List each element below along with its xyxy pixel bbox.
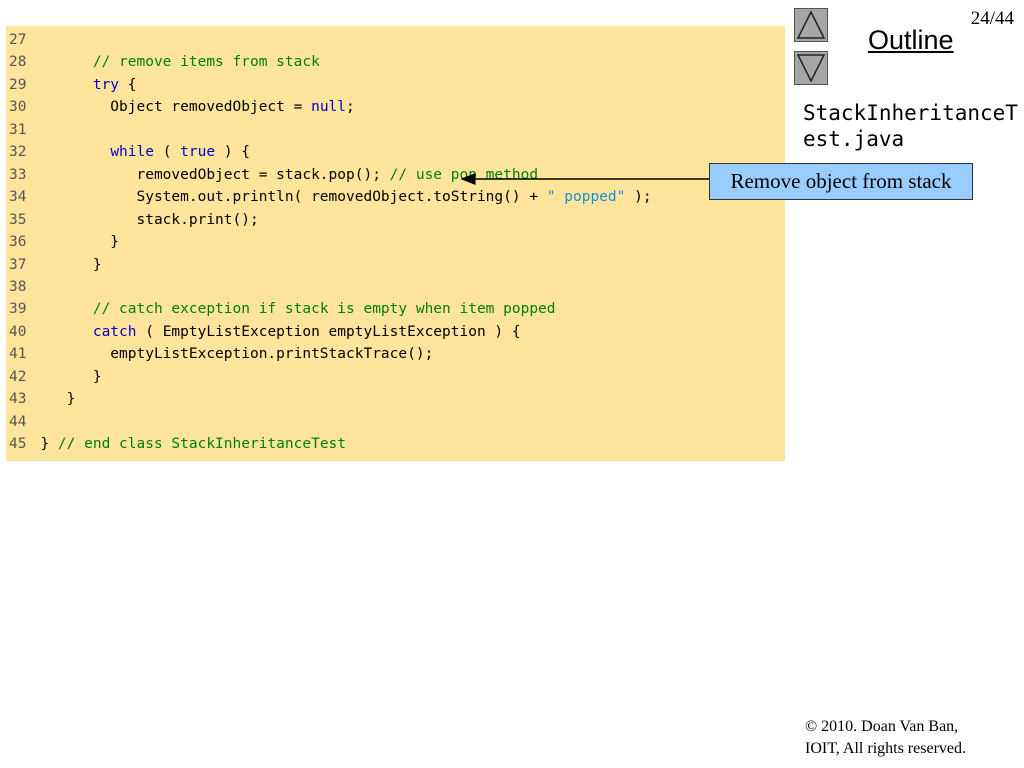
file-name: StackInheritanceTest.java xyxy=(803,101,1018,151)
previous-slide-button[interactable] xyxy=(794,8,828,42)
copyright-notice: © 2010. Doan Van Ban, IOIT, All rights r… xyxy=(805,716,966,760)
code-text: } xyxy=(23,254,102,276)
code-token: } xyxy=(23,368,102,385)
code-token: removedObject = stack.pop(); xyxy=(23,166,390,183)
copyright-line-2: IOIT, All rights reserved. xyxy=(805,740,966,757)
triangle-down-icon xyxy=(796,54,826,83)
line-number: 38 xyxy=(9,278,27,295)
code-text: removedObject = stack.pop(); // use pop … xyxy=(23,164,538,186)
code-comment: // use pop method xyxy=(389,166,539,183)
triangle-up-icon xyxy=(796,10,826,39)
code-text: Object removedObject = null; xyxy=(23,96,355,118)
page-number: 24/44 xyxy=(970,8,1014,29)
copyright-line-1: © 2010. Doan Van Ban, xyxy=(805,718,959,735)
code-token: } xyxy=(23,234,120,251)
code-token: } xyxy=(23,436,58,453)
code-token: emptyListException.printStackTrace(); xyxy=(23,346,434,363)
code-token: } xyxy=(23,391,76,408)
code-text: // catch exception if stack is empty whe… xyxy=(23,298,556,320)
line-number: 44 xyxy=(9,413,27,430)
code-text: while ( true ) { xyxy=(23,141,250,163)
code-text: } xyxy=(23,388,76,410)
code-text: // remove items from stack xyxy=(23,51,320,73)
code-token: ); xyxy=(625,189,652,206)
code-text: } xyxy=(23,231,119,253)
code-token: } xyxy=(23,256,102,273)
code-keyword: true xyxy=(180,144,216,161)
code-token: stack.print(); xyxy=(23,211,259,228)
code-token: Object removedObject = xyxy=(23,99,312,116)
code-keyword: try xyxy=(92,76,120,93)
code-string: " popped" xyxy=(546,189,626,206)
code-text: } // end class StackInheritanceTest xyxy=(23,433,346,455)
code-token: System.out.println( removedObject.toStri… xyxy=(23,189,547,206)
code-text: try { xyxy=(23,74,137,96)
code-token: ; xyxy=(346,99,355,116)
code-comment: // catch exception if stack is empty whe… xyxy=(92,301,556,318)
code-token: ( xyxy=(153,144,181,161)
code-text: catch ( EmptyListException emptyListExce… xyxy=(23,321,521,343)
code-text: stack.print(); xyxy=(23,209,259,231)
code-text: emptyListException.printStackTrace(); xyxy=(23,343,433,365)
outline-title[interactable]: Outline xyxy=(868,25,954,56)
next-slide-button[interactable] xyxy=(794,51,828,85)
code-keyword: null xyxy=(311,99,347,116)
code-keyword: while xyxy=(110,144,154,161)
code-text: } xyxy=(23,366,102,388)
line-number: 27 xyxy=(9,32,27,48)
callout-box: Remove object from stack xyxy=(709,163,973,200)
code-token: { xyxy=(119,76,137,93)
code-text: System.out.println( removedObject.toStri… xyxy=(23,186,652,208)
code-comment: // end class StackInheritanceTest xyxy=(57,436,347,453)
code-token: ) { xyxy=(215,144,251,161)
code-comment: // remove items from stack xyxy=(92,54,320,71)
code-keyword: catch xyxy=(92,323,137,340)
code-token: ( EmptyListException emptyListException … xyxy=(136,323,521,340)
line-number: 31 xyxy=(9,121,27,138)
